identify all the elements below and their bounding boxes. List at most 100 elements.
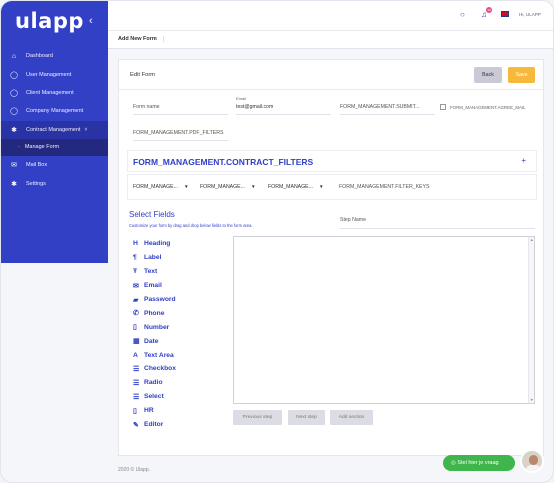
form-name-field[interactable]: Form name bbox=[133, 104, 160, 110]
edit-icon: ✎ bbox=[133, 421, 139, 429]
next-step-button[interactable]: Next step bbox=[288, 410, 325, 425]
avatar[interactable] bbox=[520, 449, 544, 473]
sidebar-item-user-management[interactable]: ◯ User Management bbox=[1, 65, 108, 83]
list-icon: ☰ bbox=[133, 393, 140, 401]
field-editor[interactable]: ✎ Editor bbox=[133, 418, 176, 432]
form-name-underline bbox=[133, 114, 228, 115]
sidebar-item-mail-box[interactable]: ✉ Mail Box bbox=[1, 156, 108, 174]
pdf-filters-underline bbox=[133, 140, 228, 141]
form-drop-area[interactable]: ▲ ▼ bbox=[233, 236, 535, 404]
contract-filters-title: FORM_MANAGEMENT.CONTRACT_FILTERS bbox=[133, 157, 314, 167]
select-fields-description: Customize your form by drag and drop bel… bbox=[129, 223, 253, 228]
page-title: Add New Form bbox=[118, 36, 164, 42]
uk-flag-icon[interactable] bbox=[501, 11, 509, 17]
field-label: Editor bbox=[144, 421, 164, 429]
submit-underline bbox=[340, 114, 435, 115]
field-label: Text Area bbox=[144, 351, 174, 359]
field-label[interactable]: ¶ Label bbox=[133, 251, 176, 265]
field-text[interactable]: Ŧ Text bbox=[133, 265, 176, 279]
field-label: HR bbox=[144, 407, 154, 415]
page-header: Add New Form bbox=[108, 31, 553, 49]
field-select[interactable]: ☰ Select bbox=[133, 390, 176, 404]
field-label: Radio bbox=[144, 379, 163, 387]
field-phone[interactable]: ✆ Phone bbox=[133, 306, 176, 320]
caret-down-icon: ▼ bbox=[318, 184, 324, 189]
sidebar-item-settings[interactable]: ✱ Settings bbox=[1, 174, 108, 192]
filter-select-1[interactable]: FORM_MANAGE... ▼ bbox=[133, 184, 189, 190]
edit-form-card: Edit Form Back Save Form name Email test… bbox=[118, 59, 544, 456]
collapse-sidebar-icon[interactable]: ‹ bbox=[89, 15, 93, 27]
paragraph-icon: ¶ bbox=[133, 254, 137, 262]
calendar-icon: ▦ bbox=[133, 338, 140, 346]
field-label: Email bbox=[144, 282, 162, 290]
filter-keys-field[interactable]: FORM_MANAGEMENT.FILTER_KEYS bbox=[339, 184, 429, 190]
email-label: Email bbox=[236, 96, 247, 101]
sidebar-item-manage-form[interactable]: · Manage Form bbox=[1, 138, 108, 156]
field-hr[interactable]: ▯ HR bbox=[133, 404, 176, 418]
field-label: Date bbox=[144, 337, 159, 345]
footer-copyright: 2020 © Ulapp. bbox=[118, 467, 151, 473]
user-greeting[interactable]: Hi, ULAPP bbox=[519, 12, 541, 17]
search-icon[interactable]: ○ bbox=[460, 10, 465, 19]
caret-down-icon: ▼ bbox=[250, 184, 256, 189]
submit-field[interactable]: FORM_MANAGEMENT.SUBMIT... bbox=[340, 104, 420, 110]
field-label: Password bbox=[144, 296, 176, 303]
field-label: Number bbox=[144, 323, 170, 331]
caret-down-icon: ▼ bbox=[183, 184, 189, 189]
filter-selects-row: FORM_MANAGE... ▼ FORM_MANAGE... ▼ FORM_MAN… bbox=[127, 174, 537, 200]
mobile-icon: ▯ bbox=[133, 407, 137, 415]
previous-step-button[interactable]: Previous step bbox=[233, 410, 282, 425]
field-heading[interactable]: H Heading bbox=[133, 237, 176, 251]
gear-icon: ✱ bbox=[11, 180, 17, 188]
field-password[interactable]: ▰ Password bbox=[133, 293, 176, 307]
sidebar-item-contract-management[interactable]: ✱ Contract Management ˅ bbox=[1, 120, 108, 139]
add-filter-button[interactable]: + bbox=[521, 156, 526, 165]
chevron-down-icon: ˅ bbox=[84, 126, 88, 133]
back-button[interactable]: Back bbox=[474, 67, 502, 83]
home-icon: ⌂ bbox=[11, 52, 17, 60]
field-date[interactable]: ▦ Date bbox=[133, 334, 176, 348]
sidebar-item-label: Dashboard bbox=[26, 53, 53, 60]
sidebar-item-client-management[interactable]: ◯ Client Management bbox=[1, 84, 108, 102]
field-label: Select bbox=[144, 393, 164, 401]
step-name-underline bbox=[340, 228, 535, 229]
sidebar-item-label: Settings bbox=[26, 180, 46, 187]
chat-label: Stel hier je vraag bbox=[457, 460, 499, 466]
email-field[interactable]: test@gmail.com bbox=[236, 104, 273, 110]
mail-icon: ✉ bbox=[11, 162, 17, 170]
chat-button[interactable]: ◎ Stel hier je vraag bbox=[443, 455, 515, 471]
pdf-filters-field[interactable]: FORM_MANAGEMENT.PDF_FILTERS bbox=[133, 130, 223, 136]
agree-mail-checkbox[interactable] bbox=[440, 104, 446, 110]
filter-select-2[interactable]: FORM_MANAGE... ▼ bbox=[200, 184, 256, 190]
field-email[interactable]: ✉ Email bbox=[133, 279, 176, 293]
avatar-head bbox=[529, 455, 538, 465]
field-label: Label bbox=[144, 254, 162, 262]
select-value: FORM_MANAGE... bbox=[200, 184, 245, 190]
sidebar-item-dashboard[interactable]: ⌂ Dashboard bbox=[1, 47, 108, 65]
field-label: Phone bbox=[144, 309, 165, 317]
add-section-button[interactable]: Add section bbox=[330, 410, 373, 425]
sidebar-nav: ⌂ Dashboard ◯ User Management ◯ Client M… bbox=[1, 47, 108, 193]
sidebar-item-label: Client Management bbox=[26, 89, 74, 96]
field-number[interactable]: ▯ Number bbox=[133, 320, 176, 334]
filter-select-3[interactable]: FORM_MANAGE... ▼ bbox=[268, 184, 324, 190]
select-fields-title: Select Fields bbox=[129, 210, 175, 219]
lock-icon: ▰ bbox=[133, 296, 139, 304]
sidebar-item-company-management[interactable]: ◯ Company Management bbox=[1, 102, 108, 120]
user-icon: ◯ bbox=[10, 89, 18, 97]
card-header: Edit Form Back Save bbox=[119, 60, 543, 90]
field-text-area[interactable]: A Text Area bbox=[133, 348, 176, 362]
envelope-icon: ✉ bbox=[133, 282, 139, 290]
field-checkbox[interactable]: ☰ Checkbox bbox=[133, 362, 176, 376]
field-radio[interactable]: ☰ Radio bbox=[133, 376, 176, 390]
scrollbar[interactable]: ▲ ▼ bbox=[528, 237, 534, 403]
save-button[interactable]: Save bbox=[508, 67, 535, 83]
scroll-up-icon[interactable]: ▲ bbox=[530, 238, 534, 242]
sidebar-item-label: Company Management bbox=[26, 108, 84, 115]
scroll-down-icon[interactable]: ▼ bbox=[530, 398, 534, 402]
mobile-icon: ▯ bbox=[133, 324, 137, 332]
heading-icon: H bbox=[133, 240, 138, 248]
field-label: Heading bbox=[144, 240, 171, 248]
select-value: FORM_MANAGE... bbox=[133, 184, 178, 190]
step-name-field[interactable]: Step Name bbox=[340, 217, 366, 223]
